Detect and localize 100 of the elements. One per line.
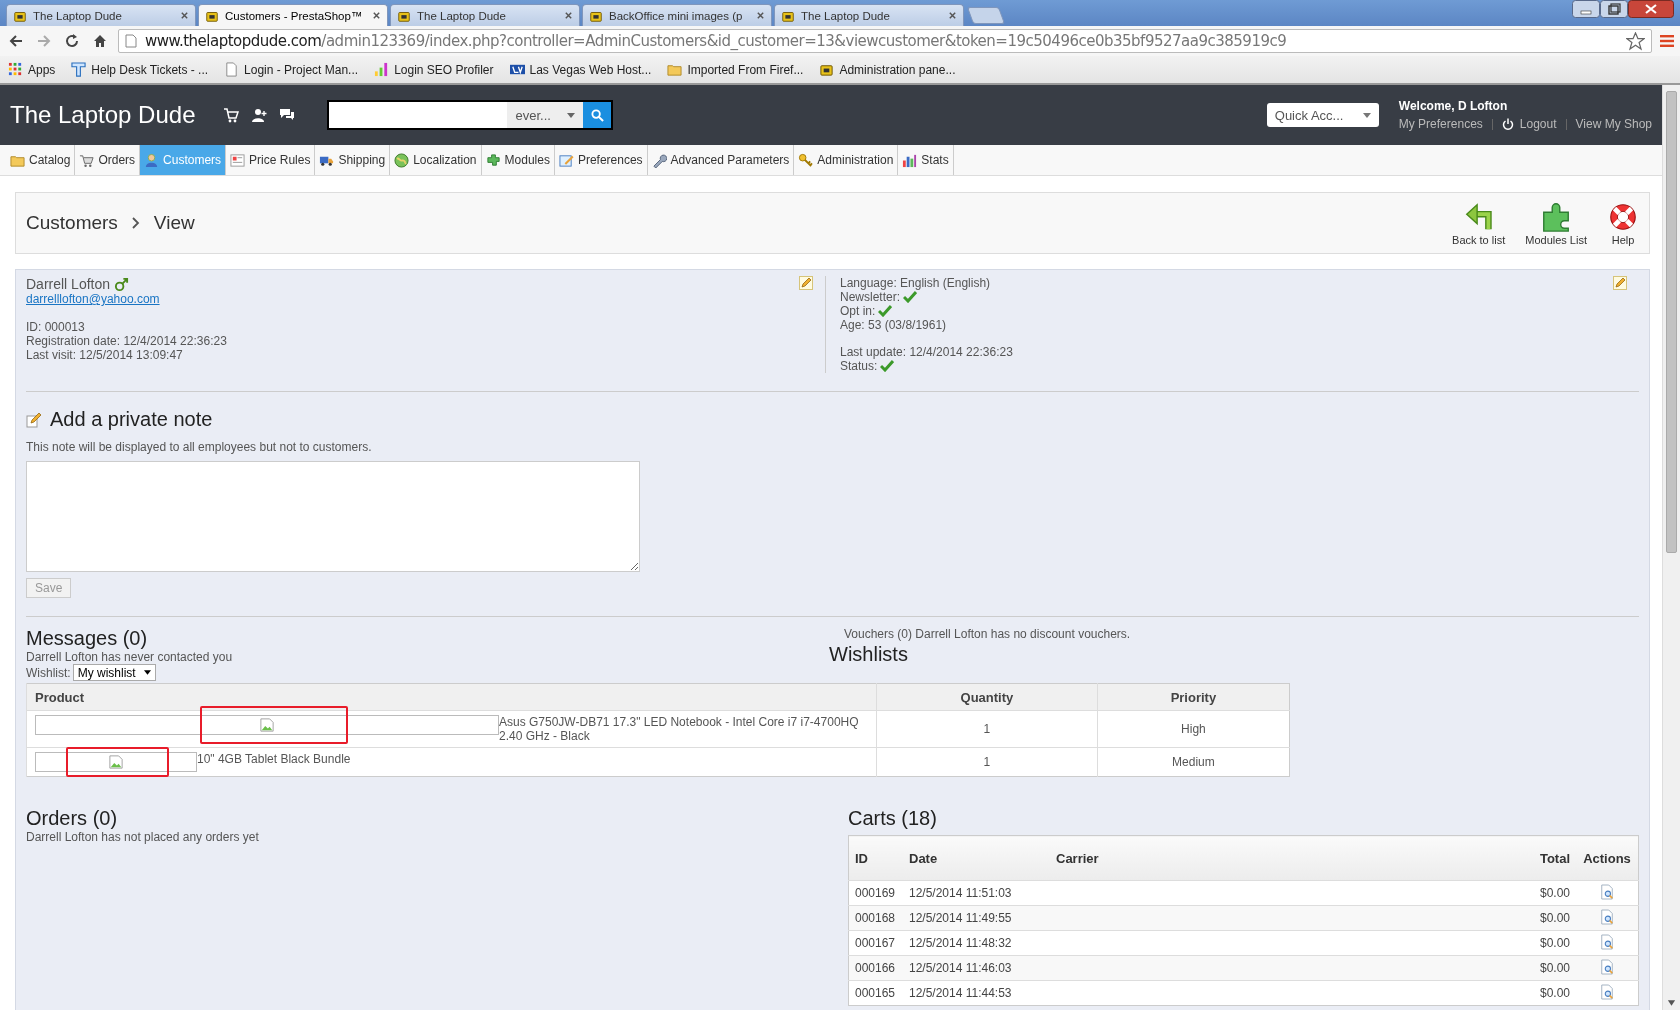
orders-text: Darrell Lofton has not placed any orders yet [26, 830, 260, 844]
edit-icon[interactable] [799, 276, 813, 290]
column-header: Total [1347, 835, 1576, 881]
detail-text: Last visit: 12/5/2014 13:09:47 [26, 348, 184, 362]
save-button: Save [26, 578, 72, 598]
browser-tab[interactable]: The Laptop Dude [774, 4, 964, 26]
url-text: www.thelaptopdude.com/admin123369/index.php?controller=AdminCustomers&id_customer=13&viewcustomer&token=19c50496ce0b35bf9527aa9c385919c9 [145, 32, 1288, 50]
close-icon[interactable] [948, 11, 957, 20]
section-heading: Messages (0) [26, 627, 149, 650]
toolbar-button[interactable]: Help [1607, 200, 1639, 246]
magnifier-page-icon[interactable] [1600, 883, 1614, 900]
column-header: Date [903, 835, 1050, 881]
vouchers-text: Vouchers (0) Darrell Lofton has no discount vouchers. [844, 627, 1132, 641]
close-icon[interactable] [564, 11, 573, 20]
close-icon[interactable] [372, 11, 381, 20]
wishlist-dropdown[interactable]: My wishlist [72, 664, 156, 681]
person-icon[interactable] [251, 107, 268, 123]
close-icon[interactable] [1628, 0, 1674, 18]
section-heading: Carts (18) [848, 807, 938, 830]
magnifier-page-icon[interactable] [1600, 933, 1614, 950]
bookmark-link[interactable]: Apps [28, 62, 56, 77]
menu-tab[interactable]: Administration [794, 145, 899, 175]
magnifier-page-icon[interactable] [1600, 983, 1614, 1000]
site-logo[interactable]: The Laptop Dude [10, 101, 196, 129]
column-header: Carrier [1050, 835, 1348, 881]
quick-access-dropdown[interactable]: Quick Acc... [1266, 103, 1379, 127]
cart-icon[interactable] [223, 107, 240, 123]
key-icon [798, 152, 814, 168]
bookmark-link[interactable]: Las Vegas Web Host... [529, 62, 652, 77]
table-cell: $0.00 [1347, 905, 1576, 931]
tag-sheet-icon [230, 152, 246, 168]
menu-tab[interactable]: Advanced Parameters [647, 145, 795, 175]
scroll-thumb[interactable] [1666, 91, 1677, 553]
cart-icon [79, 152, 95, 168]
table-cell: High [1097, 710, 1290, 748]
edit-icon[interactable] [1613, 276, 1627, 290]
bookmark-link[interactable]: Login - Project Man... [244, 62, 359, 77]
scroll-down-arrow-icon[interactable] [1667, 1000, 1676, 1006]
age-text: Age: 53 (03/8/1961) [840, 318, 948, 332]
flag-label: Newsletter: [840, 290, 901, 304]
table-cell: 12/5/2014 11:46:03 [903, 955, 1050, 981]
gender-icon [114, 276, 130, 292]
bookmark-link[interactable]: Help Desk Tickets - ... [91, 62, 209, 77]
globe-icon [394, 152, 410, 168]
bookmark-link[interactable]: Imported From Firef... [687, 62, 804, 77]
note-field[interactable] [26, 461, 640, 572]
menu-icon[interactable] [1660, 34, 1674, 48]
menu-tab[interactable]: Modules [481, 145, 555, 175]
header-link[interactable]: View My Shop [1575, 117, 1652, 131]
table-cell: 1 [876, 747, 1098, 777]
breadcrumb-item[interactable]: Customers [26, 212, 118, 234]
browser-tab[interactable]: Customers - PrestaShop™ [198, 4, 388, 26]
header-link[interactable]: My Preferences [1398, 117, 1483, 131]
menu-tab[interactable]: Localization [390, 145, 482, 175]
welcome-text: Welcome, D Lofton [1398, 99, 1509, 113]
menu-tab[interactable]: Price Rules [226, 145, 316, 175]
browser-tab[interactable]: The Laptop Dude [390, 4, 580, 26]
email-link[interactable]: darrelllofton@yahoo.com [26, 292, 160, 306]
table-cell-text: 10" 4GB Tablet Black Bundle [197, 752, 352, 766]
table-cell: 12/5/2014 11:44:53 [903, 980, 1050, 1006]
folder-icon [667, 62, 683, 77]
browser-tab[interactable]: The Laptop Dude [6, 4, 196, 26]
person-icon [144, 152, 160, 168]
column-header: Product [26, 683, 877, 711]
logo-icon [509, 62, 525, 77]
header-link[interactable]: Logout [1519, 117, 1557, 131]
customer-name: Darrell Lofton [26, 276, 111, 292]
toolbar-button[interactable]: Modules List [1525, 200, 1587, 246]
close-icon[interactable] [756, 11, 765, 20]
star-icon[interactable] [1626, 31, 1645, 51]
power-icon[interactable] [1501, 118, 1514, 130]
bookmark-link[interactable]: Administration pane... [839, 62, 956, 77]
tab-title: The Laptop Dude [801, 9, 891, 22]
last-update-text: Last update: 12/4/2014 22:36:23 [840, 345, 1013, 359]
flag-label: Opt in: [840, 304, 876, 318]
magnifier-page-icon[interactable] [1600, 908, 1614, 925]
language-text: Language: English (English) [840, 276, 992, 290]
apps-grid-icon [8, 62, 23, 77]
scrollbar[interactable] [1662, 85, 1680, 1010]
menu-tab[interactable]: Shipping [315, 145, 391, 175]
toolbar-button[interactable]: Back to list [1452, 200, 1506, 246]
menu-tab[interactable]: Preferences [554, 145, 648, 175]
magnifier-page-icon[interactable] [1600, 958, 1614, 975]
browser-tab[interactable]: BackOffice mini images (p [582, 4, 772, 26]
wrench-icon [651, 152, 667, 168]
menu-tab[interactable]: Catalog [6, 145, 76, 175]
menu-tab[interactable]: Stats [898, 145, 954, 175]
broken-image-icon [109, 755, 123, 769]
column-header: ID [848, 835, 903, 881]
table-cell: $0.00 [1347, 980, 1576, 1006]
address-bar[interactable]: www.thelaptopdude.com/admin123369/index.php?controller=AdminCustomers&id_customer=13&viewcustomer&token=19c50496ce0b35bf9527aa9c385919c9 [118, 29, 1652, 53]
caret-icon [1362, 112, 1371, 118]
restore-icon[interactable] [1600, 0, 1628, 18]
table-cell-text: Asus G750JW-DB71 17.3" LED Notebook - Intel Core i7 i7-4700HQ 2.40 GHz - Black [499, 715, 860, 743]
column-header: Quantity [876, 683, 1098, 711]
close-icon[interactable] [180, 11, 189, 20]
table-cell: 1 [876, 710, 1098, 748]
bookmark-link[interactable]: Login SEO Profiler [394, 62, 494, 77]
note-pen-icon [26, 411, 42, 428]
minimize-icon[interactable] [1572, 0, 1600, 18]
